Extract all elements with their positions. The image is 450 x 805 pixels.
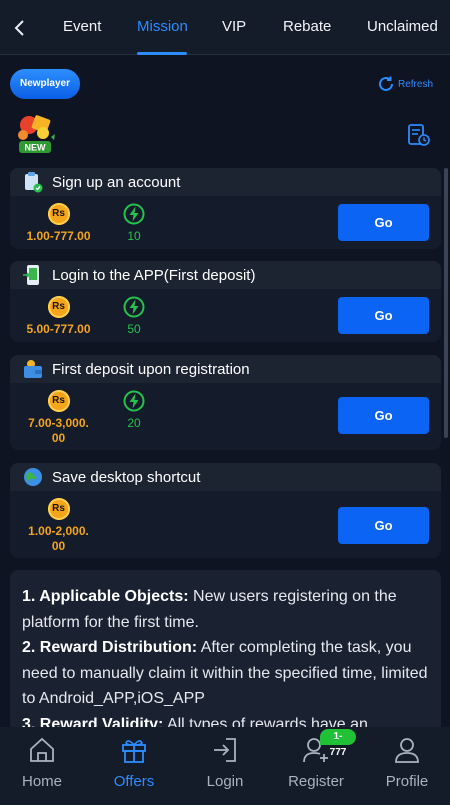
go-button[interactable]: Go (338, 297, 429, 334)
rupee-coin-icon: Rs (47, 498, 70, 520)
top-tab-bar: Event Mission VIP Rebate Unclaimed (0, 0, 450, 55)
tab-unclaimed[interactable]: Unclaimed (367, 0, 438, 54)
points-reward: 50 (113, 296, 155, 337)
points-reward-value: 10 (127, 229, 141, 243)
money-reward: Rs 5.00-777.00 (21, 296, 96, 337)
task-title: Sign up an account (52, 173, 181, 191)
nav-register[interactable]: 1-777 Register (276, 727, 356, 805)
task-title: Save desktop shortcut (52, 468, 201, 486)
task-header: Sign up an account (10, 168, 441, 196)
refresh-icon (379, 76, 393, 91)
bottom-nav-bar: Home Offers Login 1-777 Register Profile (0, 727, 450, 805)
nav-register-label: Register (288, 773, 344, 790)
task-header: Login to the APP(First deposit) (10, 261, 441, 289)
nav-login-label: Login (206, 773, 244, 790)
points-reward: 20 (113, 390, 155, 431)
money-reward: Rs 7.00-3,000. 00 (21, 390, 96, 446)
nav-offers[interactable]: Offers (94, 727, 174, 805)
nav-profile[interactable]: Profile (367, 727, 447, 805)
task-card: First deposit upon registration Rs 7.00-… (10, 355, 441, 450)
rupee-coin-icon: Rs (47, 296, 70, 318)
points-reward-value: 50 (127, 322, 141, 336)
rule-item: 2. Reward Distribution: After completing… (22, 639, 428, 707)
money-reward-value: 1.00-777.00 (26, 229, 91, 243)
tab-event[interactable]: Event (63, 0, 101, 54)
register-bonus-badge: 1-777 (320, 729, 356, 758)
rupee-coin-icon: Rs (47, 203, 70, 225)
go-button[interactable]: Go (338, 204, 429, 241)
nav-login[interactable]: Login (185, 727, 265, 805)
phone-app-icon (23, 265, 39, 285)
rupee-coin-icon: Rs (47, 390, 70, 412)
nav-home-label: Home (21, 773, 62, 790)
profile-icon (395, 738, 419, 763)
money-reward-value: 1.00-2,000. 00 (28, 524, 89, 553)
lightning-icon (123, 203, 145, 225)
money-reward-value: 7.00-3,000. 00 (28, 416, 89, 445)
tab-vip[interactable]: VIP (222, 0, 246, 54)
scrollbar[interactable] (444, 168, 448, 438)
refresh-label: Refresh (398, 78, 434, 90)
task-header: Save desktop shortcut (10, 463, 441, 491)
nav-profile-label: Profile (385, 773, 429, 790)
refresh-button[interactable]: Refresh (377, 74, 433, 94)
go-button[interactable]: Go (338, 507, 429, 544)
new-badge-text: NEW (25, 143, 47, 153)
new-badge-icon: NEW (18, 115, 55, 153)
back-arrow-icon[interactable] (8, 14, 32, 42)
lightning-icon (123, 390, 145, 412)
tab-mission[interactable]: Mission (137, 0, 188, 54)
nav-offers-label: Offers (113, 773, 155, 790)
globe-icon (24, 468, 42, 486)
task-card: Save desktop shortcut Rs 1.00-2,000. 00 G… (10, 463, 441, 558)
points-reward: 10 (113, 203, 155, 244)
rule-item: 1. Applicable Objects: New users registe… (22, 588, 397, 631)
task-title: First deposit upon registration (52, 360, 250, 378)
points-reward-value: 20 (127, 416, 141, 430)
active-tab-indicator (137, 52, 187, 55)
nav-home[interactable]: Home (2, 727, 82, 805)
home-icon (30, 737, 54, 762)
clipboard-check-icon (25, 172, 43, 193)
wallet-icon (24, 360, 42, 378)
money-reward-value: 5.00-777.00 (26, 322, 91, 336)
gift-icon (122, 740, 146, 763)
lightning-icon (123, 296, 145, 318)
newplayer-filter-button[interactable]: Newplayer (10, 69, 80, 99)
money-reward: Rs 1.00-777.00 (21, 203, 96, 244)
task-title: Login to the APP(First deposit) (52, 266, 256, 284)
task-header: First deposit upon registration (10, 355, 441, 383)
login-icon (214, 738, 236, 762)
money-reward: Rs 1.00-2,000. 00 (21, 498, 96, 554)
task-history-icon[interactable] (406, 123, 430, 147)
task-card: Sign up an account Rs 1.00-777.00 10 Go (10, 168, 441, 249)
go-button[interactable]: Go (338, 397, 429, 434)
tab-rebate[interactable]: Rebate (283, 0, 331, 54)
task-card: Login to the APP(First deposit) Rs 5.00-… (10, 261, 441, 342)
task-rules-panel: 1. Applicable Objects: New users registe… (10, 570, 441, 740)
